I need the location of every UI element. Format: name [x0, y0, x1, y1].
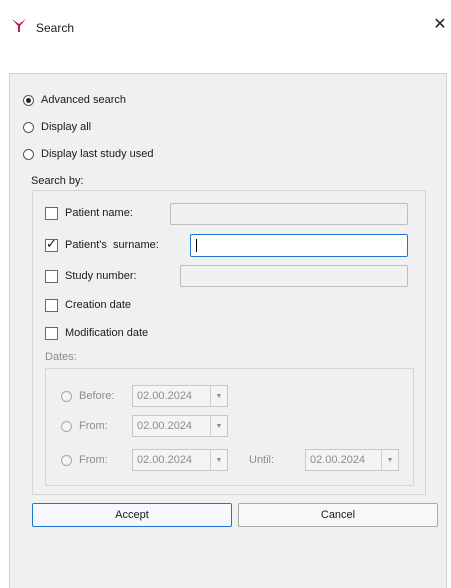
modification-date-checkbox[interactable] [45, 326, 58, 340]
from-date-value: 02.00.2024 [137, 420, 193, 432]
chevron-down-icon[interactable]: ▼ [210, 416, 227, 436]
radio-display-last-study[interactable]: Display last study used [23, 146, 154, 162]
radio-button[interactable] [23, 148, 34, 160]
patient-surname-checkbox-row[interactable]: Patient's surname: [45, 237, 159, 253]
radio-display-all[interactable]: Display all [23, 119, 91, 135]
radio-button[interactable] [61, 420, 72, 432]
creation-date-checkbox[interactable] [45, 298, 58, 312]
from-date-picker-2[interactable]: 02.00.2024 ▼ [132, 449, 228, 471]
radio-label: Display last study used [41, 148, 154, 160]
study-number-checkbox-row[interactable]: Study number: [45, 268, 137, 284]
modification-date-checkbox-row[interactable]: Modification date [45, 325, 148, 341]
cancel-button[interactable]: Cancel [238, 503, 438, 527]
radio-label: Display all [41, 121, 92, 133]
radio-from-2[interactable]: From: [61, 452, 108, 468]
radio-before[interactable]: Before: [61, 388, 114, 404]
radio-button[interactable] [23, 94, 34, 106]
chevron-down-icon[interactable]: ▼ [210, 386, 227, 406]
text-caret [196, 239, 197, 252]
radio-advanced-search[interactable]: Advanced search [23, 92, 126, 108]
before-date-picker[interactable]: 02.00.2024 ▼ [132, 385, 228, 407]
patient-name-input[interactable] [170, 203, 408, 225]
from-date-value: 02.00.2024 [137, 454, 193, 466]
patient-name-label: Patient name: [65, 207, 133, 219]
title-bar: Search ✕ [0, 0, 451, 54]
radio-from-1[interactable]: From: [61, 418, 108, 434]
patient-name-checkbox[interactable] [45, 206, 58, 220]
patient-surname-checkbox[interactable] [45, 237, 58, 252]
from-date-picker-1[interactable]: 02.00.2024 ▼ [132, 415, 228, 437]
study-number-label: Study number: [65, 270, 137, 282]
radio-button[interactable] [23, 121, 34, 133]
close-icon[interactable]: ✕ [432, 16, 448, 34]
radio-label: Advanced search [41, 94, 126, 106]
from-label: From: [79, 420, 108, 432]
from-label: From: [79, 454, 108, 466]
before-label: Before: [79, 390, 115, 402]
creation-date-checkbox-row[interactable]: Creation date [45, 297, 131, 313]
chevron-down-icon[interactable]: ▼ [210, 450, 227, 470]
until-date-picker[interactable]: 02.00.2024 ▼ [305, 449, 399, 471]
study-number-input[interactable] [180, 265, 408, 287]
patient-surname-input[interactable] [190, 234, 408, 257]
modification-date-label: Modification date [65, 327, 149, 339]
creation-date-label: Creation date [65, 299, 132, 311]
until-label: Until: [249, 454, 275, 466]
app-logo-icon [12, 19, 26, 32]
search-by-label: Search by: [31, 175, 84, 187]
until-date-value: 02.00.2024 [310, 454, 366, 466]
patient-surname-label: Patient's surname: [65, 239, 159, 251]
chevron-down-icon[interactable]: ▼ [381, 450, 398, 470]
window-title: Search [36, 21, 75, 35]
patient-name-checkbox-row[interactable]: Patient name: [45, 205, 133, 221]
before-date-value: 02.00.2024 [137, 390, 193, 402]
dates-label: Dates: [45, 351, 77, 363]
radio-button[interactable] [61, 454, 72, 466]
radio-button[interactable] [61, 390, 72, 402]
accept-button[interactable]: Accept [32, 503, 232, 527]
study-number-checkbox[interactable] [45, 269, 58, 283]
